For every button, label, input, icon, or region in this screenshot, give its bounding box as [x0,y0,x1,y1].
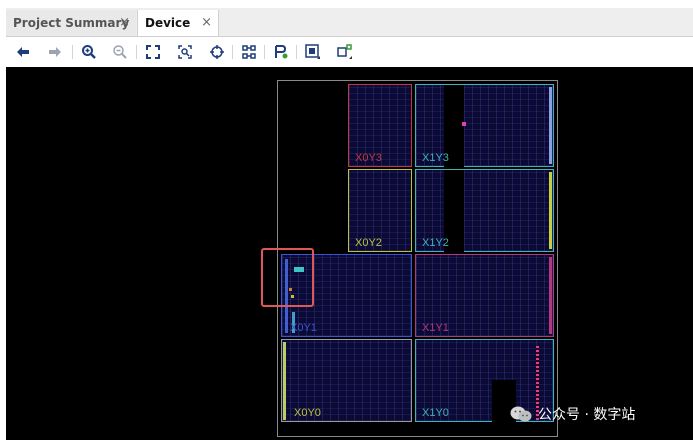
device-view-icon[interactable] [304,43,322,61]
region-label: X0Y3 [355,152,382,164]
clock-region-x1y2[interactable]: X1Y2 [415,169,554,252]
io-column [549,172,552,249]
back-icon[interactable] [14,43,32,61]
toolbar-separator [72,45,73,59]
region-label: X0Y0 [294,407,321,419]
region-label: X1Y2 [422,237,449,249]
device-canvas[interactable]: X0Y3 X1Y3 X0Y2 X1Y2 X0Y1 X1Y1 X0Y0 X1Y0 [6,67,693,440]
tab-label: Project Summary [13,16,130,30]
clock-region-x0y2[interactable]: X0Y2 [348,169,412,252]
close-icon[interactable]: × [119,15,130,30]
io-column [549,87,552,164]
zoom-in-icon[interactable] [80,43,98,61]
placed-cell [462,122,466,126]
close-icon[interactable]: × [201,15,212,30]
tab-label: Device [145,16,191,30]
watermark: 公众号 · 数字站 [510,404,635,424]
toolbar-separator [264,45,265,59]
place-icon[interactable] [272,43,290,61]
wechat-icon [510,406,532,422]
tab-device[interactable]: Device × [137,10,219,36]
tab-project-summary[interactable]: Project Summary × [6,10,136,36]
region-label: X0Y2 [355,237,382,249]
region-label: X1Y0 [422,407,449,419]
highlight-box [261,248,314,307]
region-label: X1Y1 [422,322,449,334]
select-icon[interactable] [336,43,354,61]
io-column [549,257,552,334]
clock-region-x1y1[interactable]: X1Y1 [415,254,554,337]
target-icon[interactable] [208,43,226,61]
device-toolbar [6,37,693,66]
tab-bar: Project Summary × Device × [6,8,693,37]
toolbar-separator [296,45,297,59]
zoom-out-icon[interactable] [111,43,129,61]
region-label: X1Y3 [422,152,449,164]
clock-region-x1y3[interactable]: X1Y3 [415,84,554,167]
io-column [283,342,286,420]
route-icon[interactable] [240,43,258,61]
zoom-area-icon[interactable] [176,43,194,61]
toolbar-separator [232,45,233,59]
region-label: X0Y1 [290,322,317,334]
forward-icon[interactable] [46,43,64,61]
toolbar-separator [136,45,137,59]
watermark-text: 公众号 · 数字站 [538,407,636,423]
clock-region-x0y3[interactable]: X0Y3 [348,84,412,167]
fit-icon[interactable] [144,43,162,61]
clock-region-x0y0[interactable]: X0Y0 [281,339,412,422]
